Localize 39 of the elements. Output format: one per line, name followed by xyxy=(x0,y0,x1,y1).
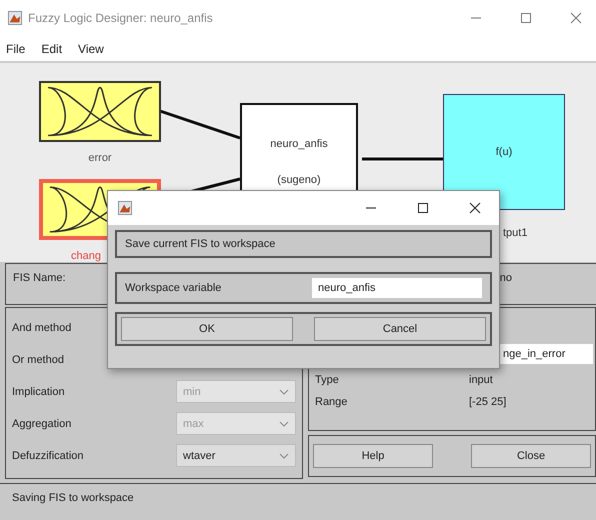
output-variable-block[interactable]: f(u) xyxy=(443,94,565,210)
menu-item[interactable]: Edit xyxy=(41,42,62,56)
caret-icon xyxy=(279,452,289,458)
method-label: Defuzzification xyxy=(12,450,84,462)
workspace-variable-field[interactable]: neuro_anfis xyxy=(312,278,482,298)
system-type: (sugeno) xyxy=(277,174,321,186)
range-label: Range xyxy=(315,396,348,408)
input-variable-label: chang xyxy=(71,250,101,262)
app-icon xyxy=(8,11,22,25)
dialog-button[interactable]: Cancel xyxy=(314,317,486,341)
menu-item[interactable]: File xyxy=(6,42,26,56)
method-dropdown[interactable]: wtaver xyxy=(176,444,296,467)
method-label: Or method xyxy=(12,354,64,366)
menu-item[interactable]: View xyxy=(78,42,104,56)
method-label: And method xyxy=(12,322,72,334)
fis-name-label: FIS Name: xyxy=(13,272,66,286)
app-icon xyxy=(118,201,132,215)
system-name: neuro_anfis xyxy=(270,138,328,150)
fis-type-value: no xyxy=(500,272,512,286)
window-title: Fuzzy Logic Designer: neuro_anfis xyxy=(28,11,213,25)
caret-icon xyxy=(279,388,289,394)
input-variable-block[interactable] xyxy=(39,81,161,142)
maximize-icon[interactable] xyxy=(417,202,429,214)
output-function: f(u) xyxy=(496,146,512,158)
caret-icon xyxy=(279,420,289,426)
range-value: [-25 25] xyxy=(469,396,506,408)
method-label: Implication xyxy=(12,386,65,398)
type-value: input xyxy=(469,374,493,386)
output-variable-label: tput1 xyxy=(503,227,528,239)
field-label: Workspace variable xyxy=(125,282,222,294)
dialog-button[interactable]: Help xyxy=(313,444,433,468)
close-icon[interactable] xyxy=(469,202,481,214)
dialog-button[interactable]: Close xyxy=(471,444,591,468)
method-label: Aggregation xyxy=(12,418,72,430)
dialog-button[interactable]: OK xyxy=(121,317,293,341)
status-text: Saving FIS to workspace xyxy=(12,492,134,504)
type-label: Type xyxy=(315,374,340,386)
input-variable-label: error xyxy=(88,152,112,164)
variable-name-field[interactable]: nge_in_error xyxy=(497,344,593,364)
